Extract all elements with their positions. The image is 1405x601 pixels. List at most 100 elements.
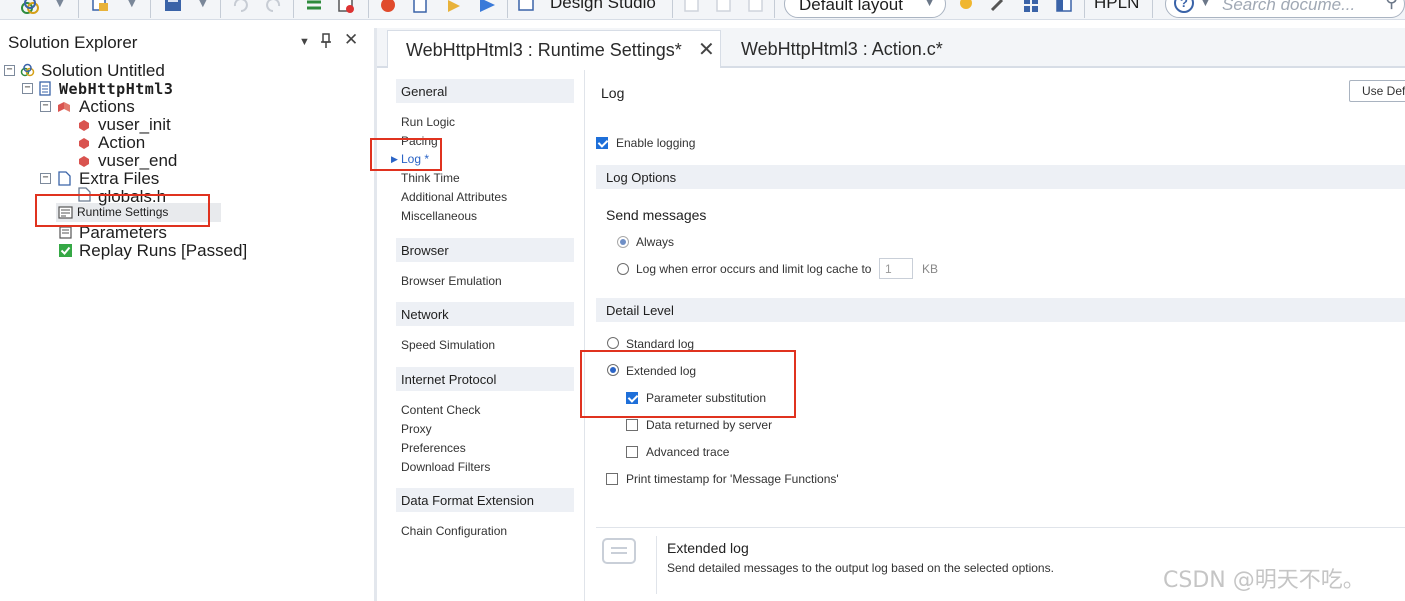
kb-label: KB — [922, 262, 939, 276]
panel-title: Solution Explorer — [8, 33, 138, 52]
nav-item-content-check[interactable]: Content Check — [401, 403, 480, 417]
layout-dropdown-value: Default layout — [799, 0, 903, 14]
standard-log-label: Standard log — [626, 337, 695, 351]
advanced-trace-checkbox[interactable] — [626, 446, 638, 458]
hpln-button[interactable]: HPLN — [1094, 0, 1139, 13]
nav-item-preferences[interactable]: Preferences — [401, 441, 466, 455]
compile-icon[interactable] — [304, 0, 324, 16]
panel-icon[interactable] — [1054, 0, 1074, 16]
toolbar-divider — [368, 0, 369, 18]
enable-logging-label: Enable logging — [616, 136, 696, 150]
toolbar-divider — [78, 0, 79, 18]
collapse-icon[interactable]: − — [4, 65, 15, 76]
nav-item-chain-configuration[interactable]: Chain Configuration — [401, 524, 507, 538]
pin-icon[interactable] — [320, 33, 332, 52]
tab-runtime-settings[interactable]: WebHttpHtml3 : Runtime Settings* ✕ — [387, 30, 721, 68]
nav-item-speed-simulation[interactable]: Speed Simulation — [401, 338, 495, 352]
tree-item-label: WebHttpHtml3 — [59, 80, 174, 98]
nav-group-data-format-extension[interactable]: Data Format Extension — [396, 488, 574, 512]
enable-logging-checkbox[interactable] — [596, 137, 608, 149]
grid-icon[interactable] — [1021, 0, 1041, 16]
tab-action-c[interactable]: WebHttpHtml3 : Action.c* — [739, 30, 969, 68]
tree-item-label: Solution Untitled — [41, 61, 165, 80]
run-icon[interactable] — [477, 0, 497, 16]
documentation-search[interactable]: ? ▼ Search docume... ⚲ — [1165, 0, 1405, 18]
chevron-down-icon[interactable]: ▼ — [128, 0, 136, 9]
record-icon[interactable] — [378, 0, 398, 16]
toolbar-divider — [220, 0, 221, 18]
collapse-icon[interactable]: − — [40, 173, 51, 184]
data-returned-label: Data returned by server — [646, 418, 773, 432]
nav-group-network[interactable]: Network — [396, 302, 574, 326]
chevron-down-icon[interactable]: ▼ — [1200, 0, 1211, 9]
script-icon[interactable] — [410, 0, 430, 16]
nav-item-browser-emulation[interactable]: Browser Emulation — [401, 274, 502, 288]
design-studio-button[interactable]: Design Studio — [550, 0, 656, 13]
redo-icon[interactable] — [264, 0, 284, 16]
nav-item-miscellaneous[interactable]: Miscellaneous — [401, 209, 477, 223]
collapse-icon[interactable]: − — [40, 101, 51, 112]
file-icon — [58, 171, 71, 186]
save-icon[interactable] — [163, 0, 183, 16]
log-when-error-radio[interactable] — [617, 263, 629, 275]
log-cache-size-input[interactable]: 1 — [879, 258, 913, 279]
nav-item-download-filters[interactable]: Download Filters — [401, 460, 490, 474]
nav-item-proxy[interactable]: Proxy — [401, 422, 432, 436]
tab-label: WebHttpHtml3 : Action.c* — [741, 39, 943, 59]
action-icon — [79, 156, 89, 167]
nav-group-internet-protocol[interactable]: Internet Protocol — [396, 367, 574, 391]
close-icon[interactable]: ✕ — [344, 30, 358, 50]
tree-item-vuser-init[interactable]: vuser_init — [0, 115, 260, 134]
tree-item-extra-files[interactable]: − Extra Files — [0, 169, 260, 188]
close-icon[interactable]: ✕ — [698, 37, 715, 62]
chevron-down-icon[interactable]: ▼ — [199, 0, 207, 9]
chevron-down-icon[interactable]: ▼ — [56, 0, 64, 9]
nav-item-run-logic[interactable]: Run Logic — [401, 115, 455, 129]
layout-dropdown[interactable]: Default layout ▼ — [784, 0, 946, 18]
print-timestamp-checkbox[interactable] — [606, 473, 618, 485]
chevron-down-icon[interactable]: ▼ — [299, 36, 310, 48]
use-default-button[interactable]: Use Def — [1349, 80, 1405, 102]
search-input[interactable]: Search docume... — [1222, 0, 1355, 15]
bulb-icon[interactable] — [956, 0, 976, 16]
data-returned-checkbox[interactable] — [626, 419, 638, 431]
checklist-icon[interactable] — [336, 0, 356, 16]
transaction-icon[interactable] — [444, 0, 464, 16]
tab-label: WebHttpHtml3 : Runtime Settings* — [406, 40, 682, 60]
solution-explorer-header: Solution Explorer ▼ ✕ — [0, 28, 372, 58]
undo-icon[interactable] — [230, 0, 250, 16]
disabled-doc-icon — [684, 0, 699, 12]
toolbar-divider — [774, 0, 775, 18]
nav-item-additional-attributes[interactable]: Additional Attributes — [401, 190, 507, 204]
tree-item-label: Extra Files — [79, 169, 160, 188]
toolbar-divider — [507, 0, 508, 18]
page-title: Log — [601, 85, 625, 101]
new-script-icon[interactable] — [90, 0, 110, 16]
help-icon[interactable]: ? — [1174, 0, 1194, 13]
design-studio-icon[interactable] — [517, 0, 537, 16]
highlight-box-runtime-settings — [35, 194, 210, 227]
send-messages-label: Send messages — [606, 207, 707, 223]
standard-log-radio[interactable] — [607, 337, 619, 349]
tree-item-project[interactable]: − WebHttpHtml3 — [0, 80, 260, 98]
tree-item-label: Replay Runs [Passed] — [79, 241, 248, 260]
collapse-icon[interactable]: − — [22, 83, 33, 94]
toolbar-divider — [1084, 0, 1085, 18]
nav-group-browser[interactable]: Browser — [396, 238, 574, 262]
toolbar-divider — [672, 0, 673, 18]
search-icon[interactable]: ⚲ — [1385, 0, 1398, 12]
wrench-icon[interactable] — [988, 0, 1008, 16]
project-icon[interactable] — [20, 0, 40, 16]
tree-item-vuser-end[interactable]: vuser_end — [0, 151, 260, 170]
description-text: Send detailed messages to the output log… — [667, 561, 1054, 575]
tree-item-actions[interactable]: − Actions — [0, 97, 260, 116]
tree-item-action[interactable]: Action — [0, 133, 260, 152]
tree-item-solution[interactable]: − Solution Untitled — [0, 61, 260, 80]
solution-icon — [20, 63, 35, 77]
nav-group-general[interactable]: General — [396, 79, 574, 103]
always-radio[interactable] — [617, 236, 629, 248]
document-tabs: WebHttpHtml3 : Runtime Settings* ✕ WebHt… — [377, 28, 1405, 68]
nav-item-think-time[interactable]: Think Time — [401, 171, 460, 185]
tree-item-replay-runs[interactable]: Replay Runs [Passed] — [0, 241, 280, 260]
always-label: Always — [636, 235, 675, 249]
